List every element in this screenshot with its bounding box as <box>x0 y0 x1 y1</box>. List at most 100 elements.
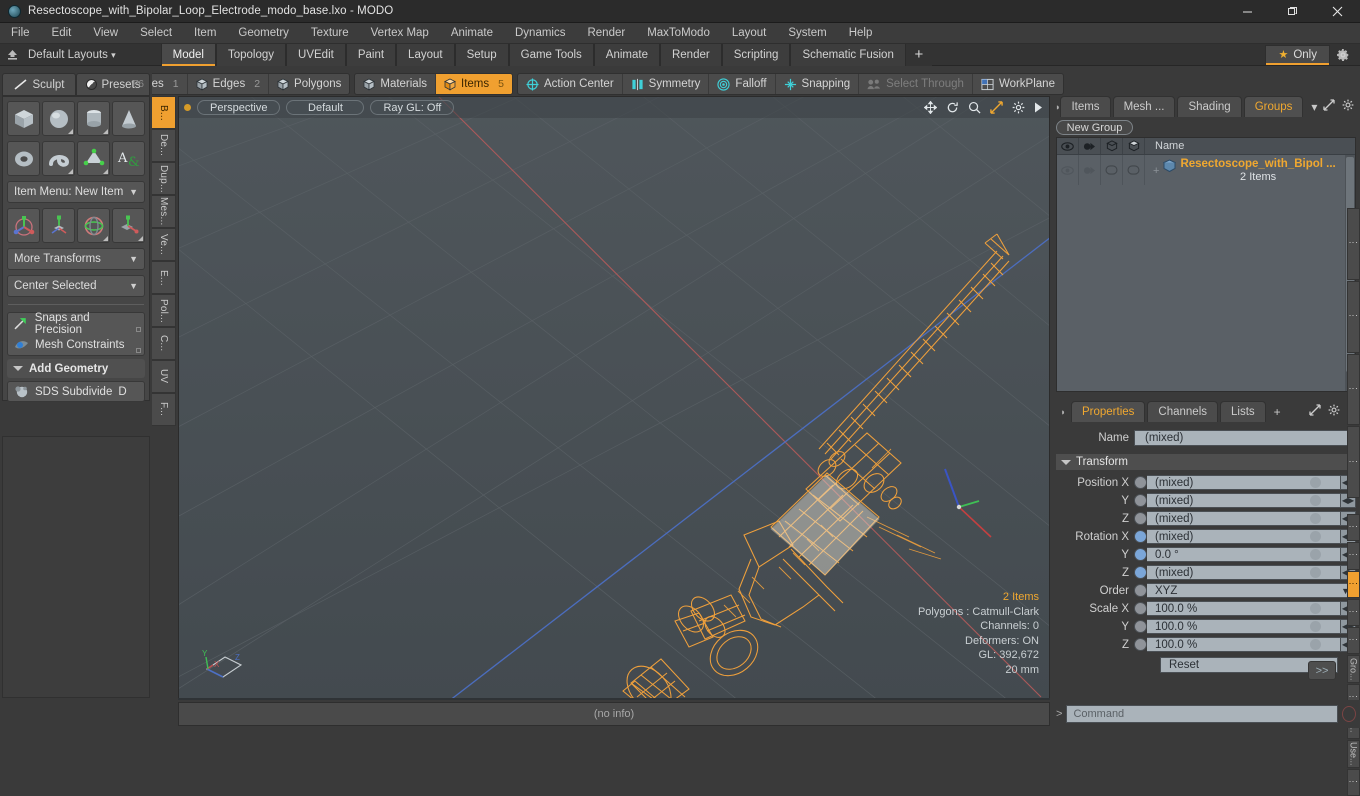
more-transforms-dropdown[interactable]: More Transforms ▼ <box>7 248 145 270</box>
menu-item-help[interactable]: Help <box>838 23 884 44</box>
tab-mesh[interactable]: Mesh ... <box>1112 96 1176 117</box>
left-vtab-f[interactable]: F... <box>152 393 176 426</box>
transform-channel-dot-4[interactable] <box>1134 548 1147 561</box>
sds-subdivide-button[interactable]: SDS Subdivide D <box>7 381 145 402</box>
left-vtab-b[interactable]: B... <box>152 96 176 129</box>
mesh-constraints-options-toggle[interactable] <box>136 348 141 353</box>
only-toggle-button[interactable]: ★ Only <box>1265 44 1330 65</box>
mode-button-snapping[interactable]: Snapping <box>776 74 860 94</box>
right-vtab-9[interactable]: ⋮ <box>1347 768 1360 796</box>
scale-input-2[interactable]: 100.0 % <box>1147 637 1341 652</box>
add-tab-button[interactable]: + <box>1268 401 1287 422</box>
mode-button-workplane[interactable]: WorkPlane <box>973 74 1063 94</box>
rotate-view-icon[interactable] <box>946 101 959 114</box>
layout-tab-animate[interactable]: Animate <box>593 43 660 66</box>
tab-lists[interactable]: Lists <box>1220 401 1266 422</box>
tab-groups[interactable]: Groups <box>1243 96 1304 117</box>
tab-overflow-menu[interactable]: ▾ <box>1305 96 1323 117</box>
tab-items[interactable]: Items <box>1060 96 1111 117</box>
text-primitive-icon[interactable]: A & <box>112 141 145 176</box>
viewport-raygl-dropdown[interactable]: Ray GL: Off <box>370 100 455 115</box>
menu-item-maxtomodo[interactable]: MaxToModo <box>636 23 721 44</box>
right-vtab-0[interactable]: ⋮ <box>1347 514 1360 542</box>
viewport-shading-dropdown[interactable]: Default <box>286 100 365 115</box>
layout-preset-dropdown[interactable]: Default Layouts ▾ <box>24 49 126 61</box>
item-menu-dropdown[interactable]: Item Menu: New Item ▼ <box>7 181 145 203</box>
maximize-panel-icon[interactable] <box>1309 404 1321 419</box>
gear-icon[interactable] <box>1342 99 1354 114</box>
left-vtab-dup[interactable]: Dup... <box>152 162 176 195</box>
transform-tool-icon[interactable] <box>112 208 145 243</box>
layout-tab-schematic-fusion[interactable]: Schematic Fusion <box>790 43 906 66</box>
name-input[interactable]: (mixed) <box>1134 430 1352 446</box>
row-render-toggle[interactable] <box>1079 155 1101 185</box>
right-vtab-4[interactable]: ⋮ <box>1347 627 1360 655</box>
left-vtab-c[interactable]: C... <box>152 327 176 360</box>
transform-channel-dot-0[interactable] <box>1134 476 1147 489</box>
menu-item-select[interactable]: Select <box>129 23 183 44</box>
rotate-tool-icon[interactable] <box>77 208 110 243</box>
menu-item-system[interactable]: System <box>777 23 837 44</box>
order-select[interactable]: XYZ ▼ <box>1147 583 1356 598</box>
menu-item-dynamics[interactable]: Dynamics <box>504 23 576 44</box>
menu-item-edit[interactable]: Edit <box>41 23 83 44</box>
tab-shading[interactable]: Shading <box>1177 96 1242 117</box>
transform-input-2[interactable]: (mixed) <box>1147 511 1341 526</box>
right-vtab-3[interactable]: ⋮ <box>1347 598 1360 627</box>
layout-tab-model[interactable]: Model <box>160 43 216 66</box>
menu-item-vertex-map[interactable]: Vertex Map <box>360 23 440 44</box>
layout-tab-game-tools[interactable]: Game Tools <box>508 43 594 66</box>
menu-item-layout[interactable]: Layout <box>721 23 778 44</box>
viewport-perspective-dropdown[interactable]: Perspective <box>197 100 281 115</box>
layout-tab-scripting[interactable]: Scripting <box>721 43 791 66</box>
menu-item-texture[interactable]: Texture <box>300 23 360 44</box>
new-group-button[interactable]: New Group <box>1056 120 1133 135</box>
right-vtab-3[interactable]: ⋮ <box>1347 426 1360 498</box>
mode-button-falloff[interactable]: Falloff <box>709 74 776 94</box>
scale-input-0[interactable]: 100.0 % <box>1147 601 1341 616</box>
maximize-panel-icon[interactable] <box>1323 99 1336 114</box>
transform-input-3[interactable]: (mixed) <box>1147 529 1341 544</box>
chevron-right-icon[interactable] <box>1034 102 1043 113</box>
layout-tab-layout[interactable]: Layout <box>396 43 455 66</box>
maximize-button[interactable] <box>1270 0 1315 23</box>
tab-properties[interactable]: Properties <box>1071 401 1146 422</box>
transform-channel-dot-1[interactable] <box>1134 494 1147 507</box>
fit-view-icon[interactable] <box>990 101 1003 114</box>
menu-item-geometry[interactable]: Geometry <box>227 23 300 44</box>
snaps-options-toggle[interactable] <box>136 327 141 332</box>
properties-expand-button[interactable]: >> <box>1308 661 1336 680</box>
tab-sculpt[interactable]: Sculpt <box>2 73 76 96</box>
mode-button-edges[interactable]: Edges 2 <box>188 74 270 94</box>
layout-tab-render[interactable]: Render <box>659 43 722 66</box>
zoom-view-icon[interactable] <box>968 101 981 114</box>
close-button[interactable] <box>1315 0 1360 23</box>
mode-button-symmetry[interactable]: Symmetry <box>623 74 710 94</box>
right-vtab-5[interactable]: Gro... <box>1347 655 1360 683</box>
menu-item-view[interactable]: View <box>82 23 129 44</box>
left-vtab-pol[interactable]: Pol... <box>152 294 176 327</box>
transform-input-1[interactable]: (mixed) <box>1147 493 1341 508</box>
scale-tool-icon[interactable] <box>42 208 75 243</box>
layout-tab-topology[interactable]: Topology <box>215 43 287 66</box>
expand-row-button[interactable]: + <box>1153 165 1159 177</box>
right-vtab-2[interactable]: ⋮ <box>1347 570 1360 598</box>
right-vtab-2[interactable]: ⋮ <box>1347 353 1360 426</box>
cone-primitive-icon[interactable] <box>112 101 145 136</box>
scale-input-1[interactable]: 100.0 % <box>1147 619 1341 634</box>
settings-gear-icon[interactable] <box>1330 48 1356 62</box>
add-layout-tab-button[interactable]: + <box>905 43 932 66</box>
group-list[interactable]: Name + Resectoscope_with_Bipol ... 2 Ite… <box>1056 137 1356 392</box>
home-layout-icon[interactable] <box>0 44 24 66</box>
left-vtab-de[interactable]: De... <box>152 129 176 162</box>
add-geometry-section-header[interactable]: Add Geometry <box>7 359 145 378</box>
row-name-cell[interactable]: + Resectoscope_with_Bipol ... 2 Items <box>1145 155 1355 185</box>
mode-button-items[interactable]: Items 5 <box>436 74 512 94</box>
menu-item-file[interactable]: File <box>0 23 41 44</box>
table-row[interactable]: + Resectoscope_with_Bipol ... 2 Items <box>1057 155 1355 185</box>
cylinder-primitive-icon[interactable] <box>77 101 110 136</box>
row-select-toggle[interactable] <box>1123 155 1145 185</box>
snaps-and-precision-button[interactable]: Snaps and Precision <box>8 312 144 336</box>
mesh-constraints-button[interactable]: Mesh Constraints <box>8 334 144 355</box>
right-vtab-1[interactable]: ⋮ <box>1347 280 1360 353</box>
